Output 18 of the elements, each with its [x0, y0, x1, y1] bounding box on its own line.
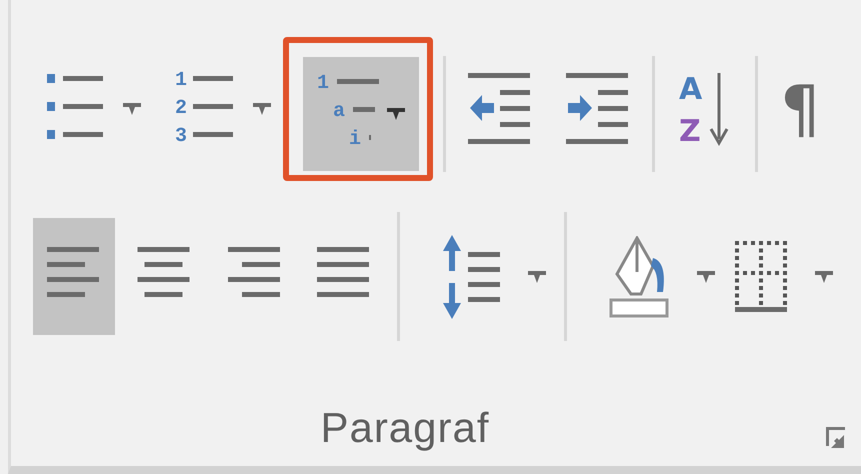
border-grid-icon: [735, 240, 789, 312]
numbering-button[interactable]: 1 2 3: [169, 52, 277, 166]
pilcrow-icon: ¶: [780, 73, 824, 145]
caret-icon: [815, 270, 833, 282]
caret-icon: [697, 270, 715, 282]
caret-icon: [123, 103, 141, 115]
align-left-button[interactable]: [33, 218, 115, 335]
caret-icon: [253, 103, 271, 115]
caret-icon: [528, 270, 546, 282]
multilevel-list-button[interactable]: 1 a i: [303, 57, 419, 171]
increase-indent-icon: [566, 73, 630, 145]
line-spacing-icon: [442, 234, 502, 318]
caret-icon: [387, 108, 405, 120]
decrease-indent-icon: [468, 73, 532, 145]
paint-bucket-icon: [609, 236, 671, 318]
group-label: Paragraf: [320, 404, 490, 452]
sort-button[interactable]: A Z: [671, 52, 739, 166]
show-marks-button[interactable]: ¶: [774, 52, 830, 166]
